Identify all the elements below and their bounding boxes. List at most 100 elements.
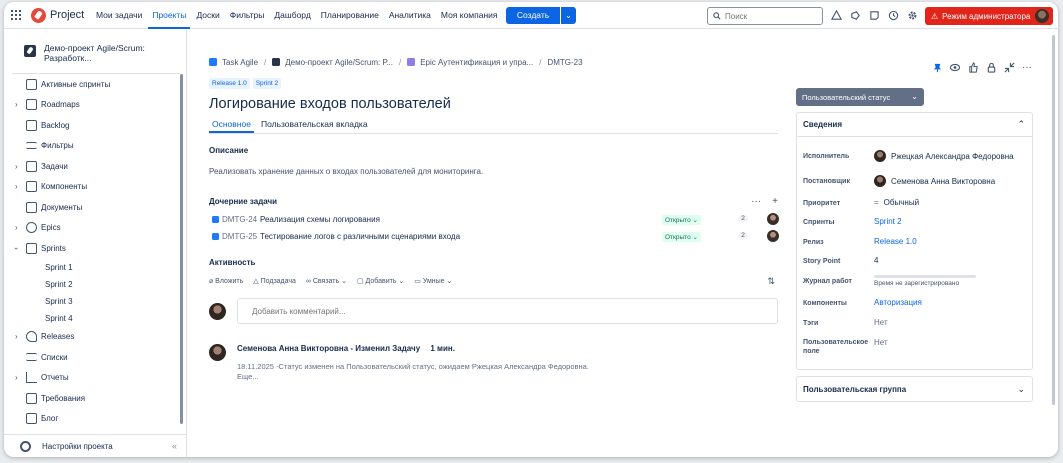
release-value[interactable]: Release 1.0	[874, 237, 917, 246]
details-header[interactable]: Сведения ⌃	[797, 113, 1032, 137]
sidebar-item-sprint-3[interactable]: Sprint 3	[4, 293, 181, 310]
tab-custom[interactable]: Пользовательская вкладка	[258, 119, 371, 133]
chevron-right-icon[interactable]: ›	[15, 332, 18, 341]
sidebar-item-sprint-4[interactable]: Sprint 4	[4, 310, 181, 327]
sidebar-item-epics[interactable]: › Epics	[4, 218, 181, 239]
sidebar-item-requirements[interactable]: Требования	[4, 388, 181, 409]
chevron-right-icon[interactable]: ›	[15, 100, 18, 109]
chevron-up-icon[interactable]: ⌃	[1017, 119, 1025, 130]
assignee-value[interactable]: Ржецкая Александра Федоровна	[874, 150, 1014, 162]
sidebar-item-tasks[interactable]: › Задачи	[4, 156, 181, 177]
nav-analytics[interactable]: Аналитика	[385, 2, 435, 29]
child-key[interactable]: DMTG-25	[222, 232, 260, 241]
more-icon[interactable]: ···	[1021, 61, 1033, 73]
list-item[interactable]: DMTG-24 Реализация схемы логирования Отк…	[209, 211, 779, 228]
child-key[interactable]: DMTG-24	[222, 215, 260, 224]
link-button[interactable]: ∞ Связать ⌄	[306, 277, 347, 285]
avatar[interactable]	[1035, 9, 1049, 23]
subtask-button[interactable]: △ Подзадача	[253, 277, 296, 285]
breadcrumb-item[interactable]: DMTG-23	[547, 58, 582, 67]
nav-projects[interactable]: Проекты	[148, 2, 191, 29]
sidebar-item-blog[interactable]: Блог	[4, 409, 181, 430]
sidebar-item-documents[interactable]: Документы	[4, 197, 181, 218]
chevron-down-icon[interactable]: ⌄	[1017, 384, 1025, 395]
status-badge[interactable]: Открыто ⌄	[662, 215, 701, 225]
sidebar-item-reports[interactable]: › Отчеты	[4, 368, 181, 389]
sidebar-item-releases[interactable]: › Releases	[4, 327, 181, 348]
sort-icon[interactable]: ⇅	[767, 276, 775, 287]
page-title[interactable]: Логирование входов пользователей	[209, 96, 784, 112]
sidebar-item-filters[interactable]: Фильтры	[4, 136, 181, 157]
breadcrumb-item[interactable]: Task Agile	[209, 58, 258, 67]
logo-icon[interactable]	[31, 8, 46, 23]
sidebar-scrollbar[interactable]	[180, 74, 183, 424]
status-dropdown[interactable]: Пользовательский статус ⌄	[796, 88, 924, 106]
show-more-link[interactable]: Еще...	[237, 372, 589, 382]
nav-planning[interactable]: Планирование	[317, 2, 383, 29]
admin-mode-button[interactable]: ⚠ Режим администратора	[925, 7, 1053, 25]
custom-field-value[interactable]: Нет	[874, 338, 888, 347]
breadcrumb-item[interactable]: Epic Аутентификация и упра...	[407, 58, 533, 67]
megaphone-icon[interactable]	[849, 9, 861, 21]
chevron-right-icon[interactable]: ›	[15, 223, 18, 232]
nav-dashboard[interactable]: Дашборд	[270, 2, 314, 29]
app-switcher-icon[interactable]	[11, 10, 21, 20]
custom-group-panel[interactable]: Пользовательская группа ⌄	[796, 376, 1033, 402]
chevron-right-icon[interactable]: ›	[15, 162, 18, 171]
note-icon[interactable]	[868, 9, 880, 21]
list-item[interactable]: DMTG-25 Тестирование логов с различными …	[209, 228, 779, 245]
project-settings[interactable]: Настройки проекта «	[4, 434, 187, 457]
description-text[interactable]: Реализовать хранение данных о входах пол…	[209, 167, 784, 176]
create-button[interactable]: Создать ⌄	[506, 7, 576, 24]
gear-icon[interactable]	[906, 9, 918, 21]
sprint-value[interactable]: Sprint 2	[874, 217, 902, 226]
more-icon[interactable]: ···	[751, 196, 761, 207]
lock-icon[interactable]	[985, 61, 997, 73]
chevron-right-icon[interactable]: ›	[15, 373, 18, 382]
comment-input[interactable]	[237, 298, 778, 324]
history-author[interactable]: Семенова Анна Викторовна	[237, 344, 348, 353]
avatar[interactable]	[209, 302, 226, 320]
nav-my-company[interactable]: Моя компания	[437, 2, 502, 29]
triangle-icon[interactable]	[830, 9, 842, 21]
reporter-value[interactable]: Семенова Анна Викторовна	[874, 175, 995, 187]
sidebar-item-roadmaps[interactable]: › Roadmaps	[4, 95, 181, 116]
thumbs-up-icon[interactable]	[967, 61, 979, 73]
story-point-value[interactable]: 4	[874, 256, 878, 265]
child-summary[interactable]: Тестирование логов с различными сценария…	[260, 232, 460, 241]
attach-button[interactable]: ⌀ Вложить	[209, 277, 243, 285]
search-input[interactable]	[725, 11, 815, 21]
sidebar-item-backlog[interactable]: Backlog	[4, 115, 181, 136]
collapse-sidebar-icon[interactable]: «	[172, 441, 177, 451]
pin-icon[interactable]	[931, 61, 943, 73]
avatar[interactable]	[767, 230, 779, 242]
page-scrollbar[interactable]	[1052, 35, 1055, 405]
sidebar-item-sprint-2[interactable]: Sprint 2	[4, 276, 181, 293]
brand-name[interactable]: Project	[50, 9, 84, 21]
nav-filters[interactable]: Фильтры	[226, 2, 269, 29]
eye-icon[interactable]	[949, 61, 961, 73]
child-summary[interactable]: Реализация схемы логирования	[260, 215, 380, 224]
avatar[interactable]	[767, 213, 779, 225]
sidebar-item-sprints[interactable]: › Sprints	[4, 238, 181, 259]
sidebar-item-components[interactable]: › Компоненты	[4, 177, 181, 198]
create-button-label[interactable]: Создать	[506, 7, 560, 24]
smart-button[interactable]: ▭ Умные ⌄	[414, 277, 452, 285]
breadcrumb-item[interactable]: Демо-проект Agile/Scrum: Р...	[272, 58, 393, 67]
release-tag[interactable]: Release 1.0	[209, 78, 250, 89]
worklog-progress[interactable]	[874, 275, 976, 278]
priority-value[interactable]: = Обычный	[874, 198, 919, 207]
status-badge[interactable]: Открыто ⌄	[662, 232, 701, 242]
sidebar-item-sprint-1[interactable]: Sprint 1	[4, 259, 181, 276]
nav-boards[interactable]: Доски	[192, 2, 223, 29]
sidebar-item-active-sprints[interactable]: Активные спринты	[4, 74, 181, 95]
collapse-icon[interactable]	[1003, 61, 1015, 73]
tab-main[interactable]: Основное	[209, 119, 254, 133]
chevron-down-icon[interactable]: ›	[12, 247, 21, 250]
project-header[interactable]: Демо-проект Agile/Scrum: Разработк...	[24, 43, 154, 63]
tags-value[interactable]: Нет	[874, 318, 888, 327]
history-icon[interactable]	[887, 9, 899, 21]
component-value[interactable]: Авторизация	[874, 298, 922, 307]
search-box[interactable]	[707, 7, 823, 25]
chevron-right-icon[interactable]: ›	[15, 182, 18, 191]
